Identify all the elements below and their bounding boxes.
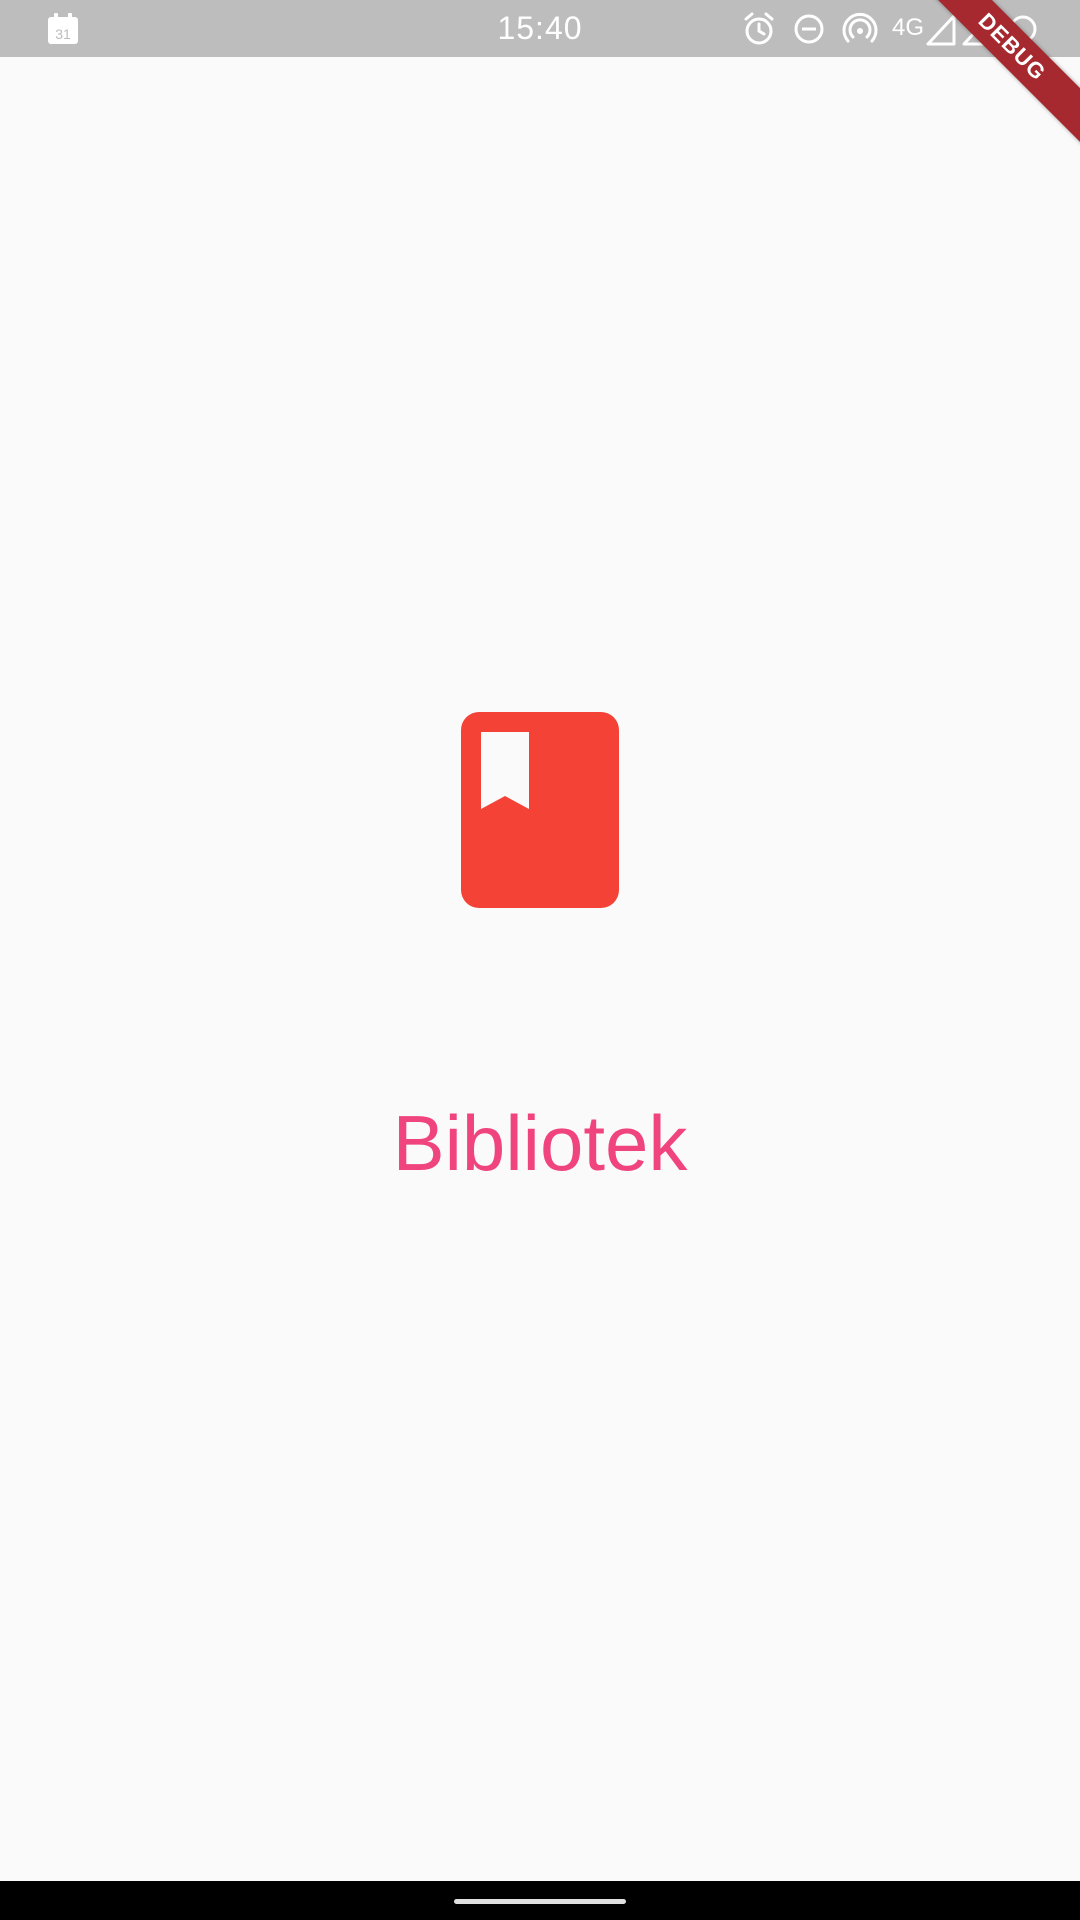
alarm-icon [744, 12, 774, 45]
navigation-bar [0, 1881, 1080, 1920]
status-bar: 31 15:40 4G [0, 0, 1080, 57]
do-not-disturb-icon [794, 14, 824, 44]
network-type-label: 4G [892, 14, 925, 41]
signal-icon [926, 14, 956, 46]
bookmark-book-icon [461, 712, 619, 908]
hotspot-icon [842, 12, 878, 43]
app-title: Bibliotek [392, 1099, 688, 1187]
home-indicator[interactable] [454, 1899, 626, 1904]
